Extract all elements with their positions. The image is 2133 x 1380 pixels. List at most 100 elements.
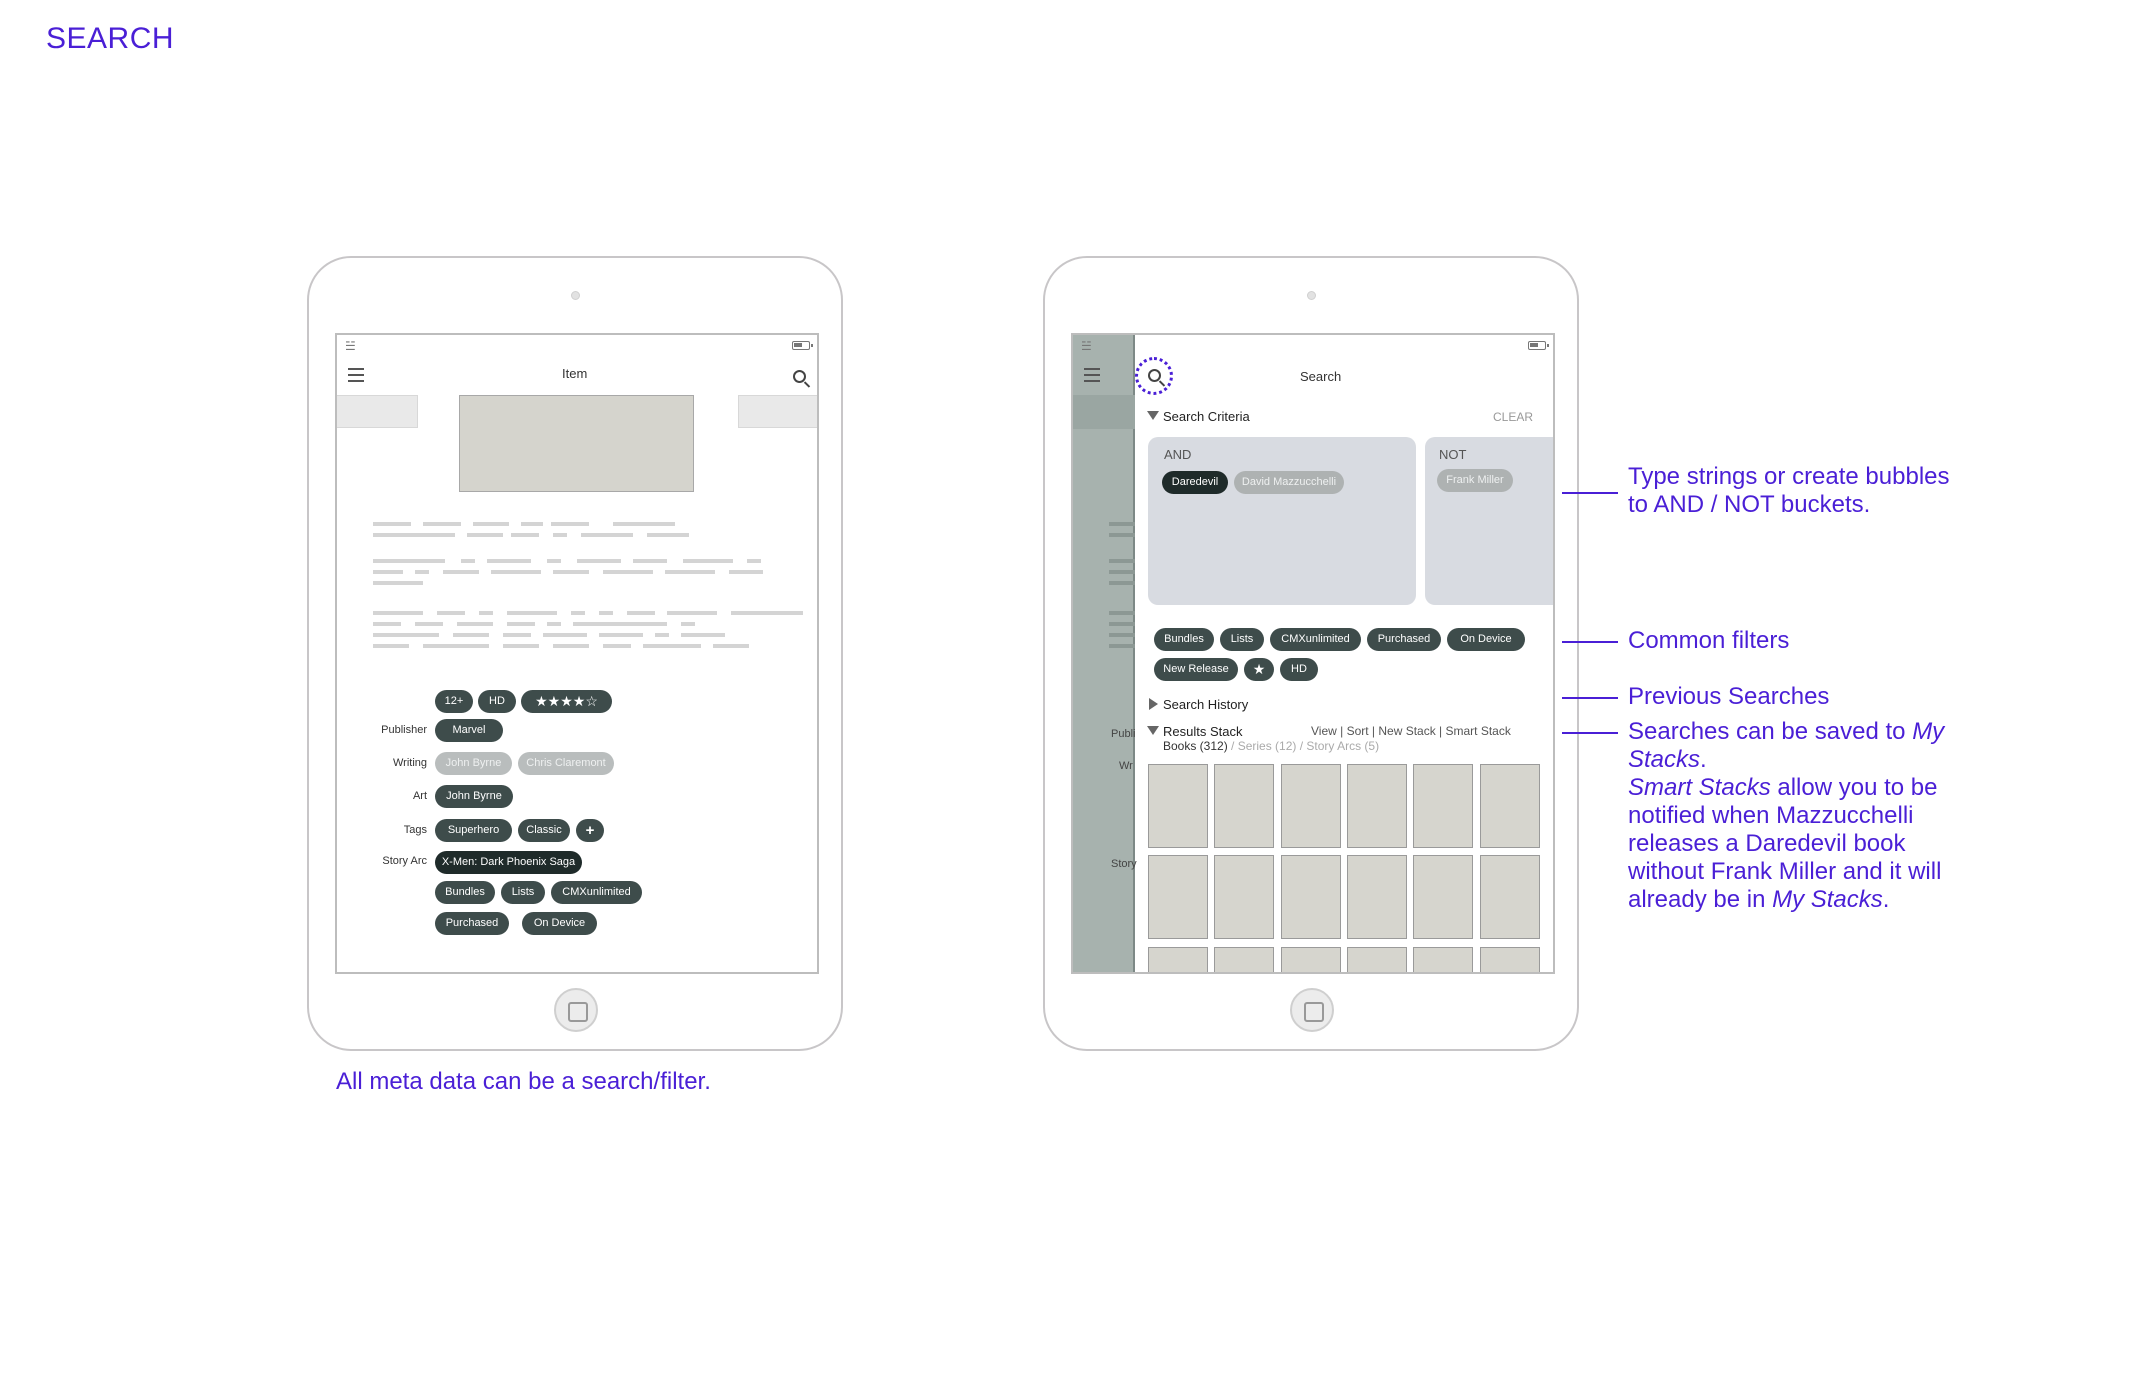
- page-title: SEARCH: [46, 22, 175, 55]
- hd-chip[interactable]: HD: [478, 690, 516, 713]
- writing-label: Writing: [392, 757, 427, 769]
- other-counts[interactable]: / Series (12) / Story Arcs (5): [1228, 739, 1379, 753]
- cmxunlimited-chip[interactable]: CMXunlimited: [551, 881, 642, 904]
- menu-icon[interactable]: [348, 368, 364, 382]
- callout-line-buckets: [1562, 492, 1618, 494]
- tags-label: Tags: [403, 824, 427, 836]
- annotation-stacks-line-3: Smart Stacks allow you to be: [1628, 774, 1938, 801]
- result-thumb[interactable]: [1148, 764, 1208, 848]
- sidebar-story-label: Story: [1111, 858, 1137, 870]
- annotation-stacks-line-5: releases a Daredevil book: [1628, 830, 1906, 857]
- callout-line-history: [1562, 697, 1618, 699]
- tag-chip-superhero[interactable]: Superhero: [435, 819, 512, 842]
- age-rating-chip[interactable]: 12+: [435, 690, 473, 713]
- result-thumb[interactable]: [1281, 764, 1341, 848]
- nav-title: Search: [1300, 369, 1342, 384]
- home-button[interactable]: [554, 988, 598, 1032]
- annotation-stacks-line-1: Searches can be saved to My: [1628, 718, 1945, 745]
- annotation-stacks: Searches can be saved to My Stacks. Smar…: [1628, 718, 1988, 914]
- annotation-buckets-line-2: to AND / NOT buckets.: [1628, 491, 1871, 518]
- results-stack-toggle[interactable]: Results Stack: [1147, 724, 1242, 739]
- result-thumb[interactable]: [1413, 764, 1473, 848]
- tag-chip-classic[interactable]: Classic: [518, 819, 570, 842]
- result-thumb[interactable]: [1480, 947, 1540, 972]
- search-button[interactable]: [1135, 357, 1173, 395]
- tablet-search-view: ☱ Publi Wr Story Search Search Criteria …: [1043, 256, 1579, 1051]
- expanded-caret-icon: [1147, 411, 1159, 420]
- not-bucket[interactable]: NOT Frank Miller: [1425, 437, 1553, 605]
- not-bucket-title: NOT: [1439, 447, 1467, 462]
- writer-chip-chris-claremont[interactable]: Chris Claremont: [518, 752, 614, 775]
- books-count[interactable]: Books (312): [1163, 739, 1228, 753]
- left-caption: All meta data can be a search/filter.: [336, 1068, 711, 1095]
- result-thumb[interactable]: [1214, 764, 1274, 848]
- wifi-icon: ☱: [345, 339, 356, 353]
- and-bucket[interactable]: AND Daredevil David Mazzucchelli: [1148, 437, 1416, 605]
- sidebar-writing-label: Wr: [1119, 760, 1133, 772]
- bundles-chip[interactable]: Bundles: [435, 881, 495, 904]
- add-tag-button[interactable]: +: [576, 819, 604, 842]
- search-icon: [1148, 369, 1161, 382]
- tablet-item-view: ☱ Item 12+ HD ★★★★☆ Publisher Marvel Wri…: [307, 256, 843, 1051]
- lists-chip[interactable]: Lists: [501, 881, 545, 904]
- annotation-stacks-line-2: Stacks.: [1628, 746, 1707, 773]
- annotation-buckets-line-1: Type strings or create bubbles: [1628, 463, 1950, 490]
- search-criteria-label: Search Criteria: [1163, 409, 1250, 424]
- filter-purchased[interactable]: Purchased: [1367, 628, 1441, 651]
- search-history-toggle[interactable]: Search History: [1149, 697, 1248, 712]
- story-arc-chip[interactable]: X-Men: Dark Phoenix Saga: [435, 851, 582, 874]
- result-thumb[interactable]: [1413, 947, 1473, 972]
- results-stack-label: Results Stack: [1163, 724, 1243, 739]
- clear-button[interactable]: CLEAR: [1493, 410, 1533, 424]
- result-thumb[interactable]: [1347, 764, 1407, 848]
- search-criteria-toggle[interactable]: Search Criteria: [1147, 409, 1250, 424]
- result-thumb[interactable]: [1347, 855, 1407, 939]
- result-thumb[interactable]: [1281, 855, 1341, 939]
- result-thumb[interactable]: [1480, 764, 1540, 848]
- search-icon[interactable]: [793, 370, 806, 383]
- annotation-buckets: Type strings or create bubbles to AND / …: [1628, 463, 1950, 519]
- annotation-stacks-line-7: already be in My Stacks.: [1628, 886, 1890, 913]
- filter-starred[interactable]: ★: [1244, 658, 1274, 681]
- publisher-chip[interactable]: Marvel: [435, 719, 503, 742]
- camera-icon: [571, 291, 580, 300]
- writer-chip-john-byrne[interactable]: John Byrne: [435, 752, 512, 775]
- on-device-chip[interactable]: On Device: [522, 912, 597, 935]
- result-thumb[interactable]: [1281, 947, 1341, 972]
- and-chip-daredevil[interactable]: Daredevil: [1162, 471, 1228, 494]
- sidebar-band: [1073, 395, 1135, 429]
- results-actions[interactable]: View | Sort | New Stack | Smart Stack: [1311, 724, 1511, 738]
- result-thumb[interactable]: [1214, 947, 1274, 972]
- result-thumb[interactable]: [1148, 947, 1208, 972]
- result-thumb[interactable]: [1413, 855, 1473, 939]
- results-counts: Books (312) / Series (12) / Story Arcs (…: [1163, 739, 1379, 753]
- nav-title: Item: [562, 366, 588, 381]
- filter-new-release[interactable]: New Release: [1154, 658, 1238, 681]
- battery-icon: [792, 341, 813, 350]
- result-thumb[interactable]: [1214, 855, 1274, 939]
- and-chip-david-mazzucchelli[interactable]: David Mazzucchelli: [1234, 471, 1344, 494]
- result-thumb[interactable]: [1480, 855, 1540, 939]
- sidebar: ☱ Publi Wr Story: [1073, 335, 1137, 972]
- sidebar-publisher-label: Publi: [1111, 728, 1136, 740]
- filter-lists[interactable]: Lists: [1220, 628, 1264, 651]
- art-chip[interactable]: John Byrne: [435, 785, 513, 808]
- filter-on-device[interactable]: On Device: [1447, 628, 1525, 651]
- battery-icon: [1528, 341, 1549, 350]
- not-chip-frank-miller[interactable]: Frank Miller: [1437, 469, 1513, 492]
- wifi-icon: ☱: [1081, 339, 1092, 353]
- art-label: Art: [412, 790, 427, 802]
- menu-icon[interactable]: [1084, 368, 1100, 382]
- camera-icon: [1307, 291, 1316, 300]
- story-arc-label: Story Arc: [382, 855, 427, 867]
- filter-bundles[interactable]: Bundles: [1154, 628, 1214, 651]
- home-button[interactable]: [1290, 988, 1334, 1032]
- item-screen: ☱ Item 12+ HD ★★★★☆ Publisher Marvel Wri…: [335, 333, 819, 974]
- purchased-chip[interactable]: Purchased: [435, 912, 509, 935]
- filter-hd[interactable]: HD: [1280, 658, 1318, 681]
- callout-line-stacks: [1562, 732, 1618, 734]
- result-thumb[interactable]: [1347, 947, 1407, 972]
- result-thumb[interactable]: [1148, 855, 1208, 939]
- filter-cmxunlimited[interactable]: CMXunlimited: [1270, 628, 1361, 651]
- star-rating-chip[interactable]: ★★★★☆: [521, 690, 612, 713]
